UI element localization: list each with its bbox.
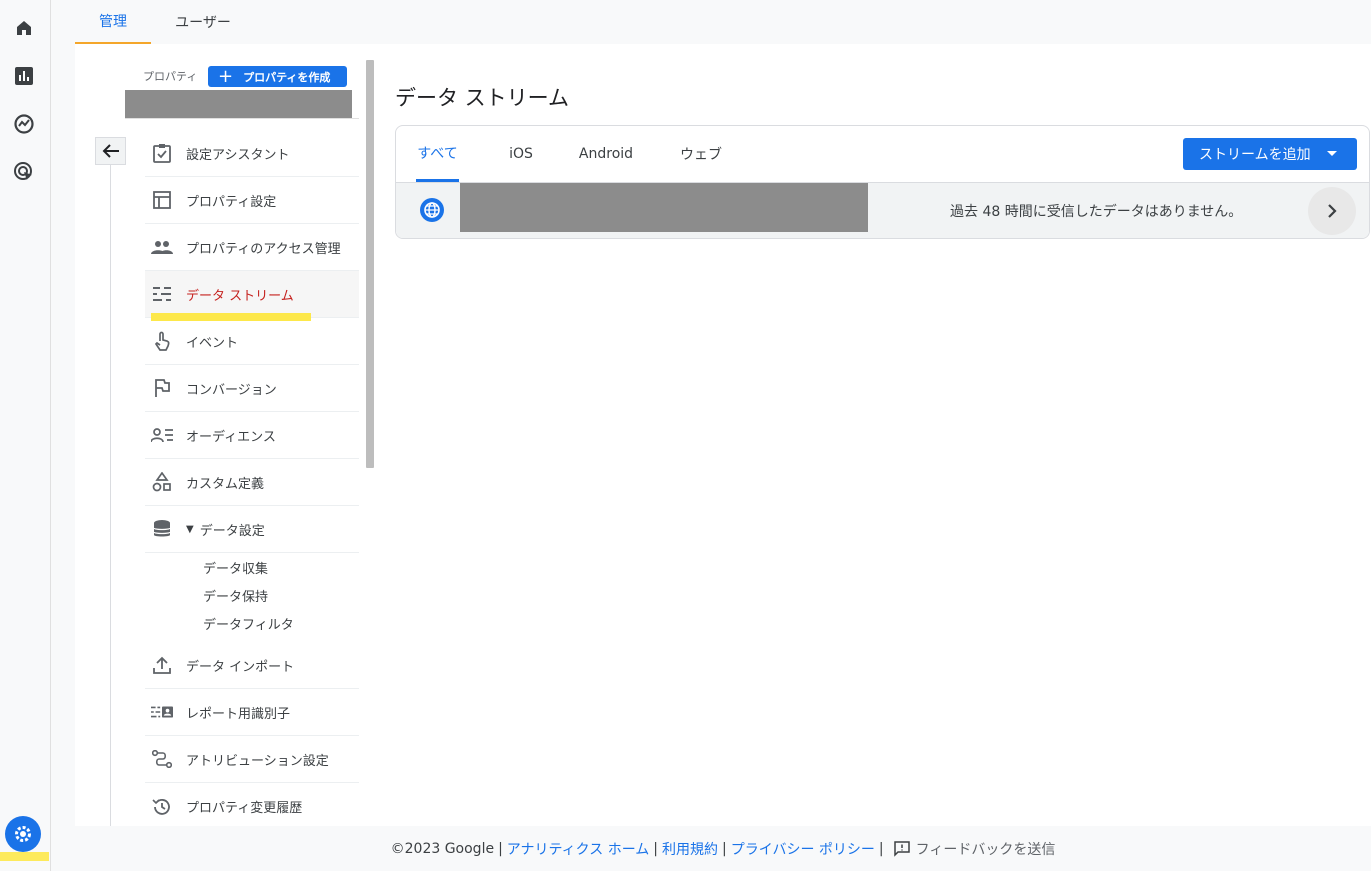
- privacy-link[interactable]: プライバシー ポリシー: [731, 839, 875, 859]
- menu-reporting-identity[interactable]: レポート用識別子: [145, 689, 359, 736]
- streams-icon: [151, 283, 173, 305]
- menu-custom-definitions[interactable]: カスタム定義: [145, 459, 359, 506]
- stream-status-text: 過去 48 時間に受信したデータはありません。: [950, 204, 1243, 220]
- add-stream-label: ストリームを追加: [1199, 147, 1311, 163]
- submenu-data-filters[interactable]: データフィルタ: [203, 614, 294, 633]
- menu-setup-assistant[interactable]: 設定アシスタント: [145, 130, 359, 177]
- menu-label: データ ストリーム: [186, 288, 294, 304]
- create-property-label: プロパティを作成: [243, 70, 331, 84]
- path-icon: [151, 748, 173, 770]
- tab-ios[interactable]: iOS: [504, 126, 538, 182]
- menu-label: 設定アシスタント: [186, 147, 290, 163]
- identity-icon: [151, 701, 173, 723]
- streams-card: すべて iOS Android ウェブ ストリームを追加 過去 48 時間に受信…: [395, 125, 1370, 239]
- add-stream-button[interactable]: ストリームを追加: [1183, 138, 1357, 170]
- dropdown-arrow-icon: [1327, 151, 1337, 156]
- property-selector-redacted[interactable]: [125, 90, 352, 119]
- menu-change-history[interactable]: プロパティ変更履歴: [145, 783, 359, 830]
- create-property-button[interactable]: + プロパティを作成: [208, 66, 347, 87]
- copyright-text: ©2023 Google: [390, 840, 495, 857]
- nav-rail: [0, 0, 51, 871]
- menu-data-streams[interactable]: データ ストリーム: [145, 271, 359, 318]
- menu-label: プロパティ設定: [186, 194, 277, 210]
- people-icon: [151, 236, 173, 258]
- menu-label: アトリビューション設定: [186, 753, 329, 769]
- menu-label: イベント: [186, 335, 239, 351]
- shapes-icon: [151, 471, 173, 493]
- reports-icon[interactable]: [12, 64, 36, 88]
- tab-web[interactable]: ウェブ: [678, 126, 724, 182]
- analytics-home-link[interactable]: アナリティクス ホーム: [507, 839, 650, 859]
- footer-separator: |: [498, 840, 503, 857]
- footer: ©2023 Google | アナリティクス ホーム | 利用規約 | プライバ…: [75, 826, 1371, 871]
- admin-side-panel: プロパティ + プロパティを作成 設定アシスタント プロパティ設定 プロパティの…: [75, 44, 375, 826]
- flag-icon: [151, 377, 173, 399]
- home-icon[interactable]: [12, 16, 36, 40]
- divider: [125, 118, 359, 119]
- advertising-icon[interactable]: [12, 160, 36, 184]
- menu-events[interactable]: イベント: [145, 318, 359, 365]
- menu-property-settings[interactable]: プロパティ設定: [145, 177, 359, 224]
- settings-icon[interactable]: [5, 816, 41, 852]
- tree-line: [110, 165, 111, 826]
- main-content: データ ストリーム すべて iOS Android ウェブ ストリームを追加 過…: [375, 44, 1371, 826]
- menu-label: コンバージョン: [186, 382, 277, 398]
- menu-label: カスタム定義: [186, 476, 265, 492]
- menu-access-management[interactable]: プロパティのアクセス管理: [145, 224, 359, 271]
- submenu-data-retention[interactable]: データ保持: [203, 586, 268, 605]
- property-label: プロパティ: [143, 70, 198, 83]
- feedback-icon: [893, 840, 910, 857]
- tab-android[interactable]: Android: [576, 126, 636, 182]
- menu-data-import[interactable]: データ インポート: [145, 642, 359, 689]
- menu-label: プロパティのアクセス管理: [186, 241, 341, 257]
- tab-admin[interactable]: 管理: [75, 0, 151, 44]
- layout-icon: [151, 189, 173, 211]
- database-icon: [151, 518, 173, 540]
- history-icon: [151, 796, 173, 818]
- tab-all[interactable]: すべて: [416, 126, 459, 182]
- audience-icon: [151, 424, 173, 446]
- menu-label: データ インポート: [186, 659, 295, 675]
- footer-separator: |: [653, 840, 659, 857]
- feedback-button[interactable]: フィードバックを送信: [893, 839, 1056, 859]
- stream-name-redacted: [460, 183, 868, 232]
- page-title: データ ストリーム: [395, 86, 570, 110]
- stream-row[interactable]: 過去 48 時間に受信したデータはありません。: [396, 182, 1369, 238]
- menu-label: データ設定: [199, 523, 265, 539]
- footer-separator: |: [722, 840, 727, 857]
- menu-audiences[interactable]: オーディエンス: [145, 412, 359, 459]
- touch-icon: [151, 330, 173, 352]
- checklist-icon: [151, 142, 173, 164]
- chevron-right-icon[interactable]: [1308, 187, 1356, 235]
- panel-scrollbar[interactable]: [366, 60, 374, 468]
- globe-icon: [420, 198, 444, 222]
- plus-icon: +: [218, 65, 234, 87]
- back-arrow-icon[interactable]: [95, 137, 126, 165]
- rail-highlight-marker: [0, 852, 49, 861]
- menu-conversions[interactable]: コンバージョン: [145, 365, 359, 412]
- menu-label: レポート用識別子: [186, 706, 291, 722]
- feedback-label: フィードバックを送信: [915, 841, 1056, 858]
- menu-label: プロパティ変更履歴: [186, 801, 303, 816]
- submenu-data-collection[interactable]: データ収集: [203, 558, 268, 577]
- footer-separator: |: [878, 840, 884, 857]
- upload-icon: [151, 654, 173, 676]
- top-tab-bar: 管理 ユーザー: [75, 0, 1371, 44]
- explore-icon[interactable]: [12, 112, 36, 136]
- menu-label: オーディエンス: [186, 429, 276, 445]
- terms-link[interactable]: 利用規約: [662, 839, 718, 859]
- caret-down-icon[interactable]: ▼: [186, 524, 194, 535]
- menu-attribution-settings[interactable]: アトリビューション設定: [145, 736, 359, 783]
- menu-data-settings[interactable]: ▼ データ設定: [145, 506, 359, 553]
- tab-user[interactable]: ユーザー: [165, 0, 241, 44]
